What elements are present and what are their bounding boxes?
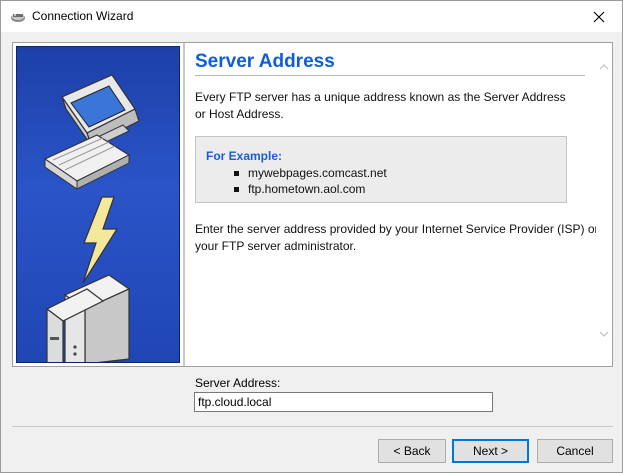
close-button[interactable]: [576, 1, 622, 32]
connection-wizard-icon: [10, 9, 26, 25]
client-computer-icon: [43, 74, 140, 190]
next-button[interactable]: Next >: [452, 439, 529, 463]
example-box: For Example: mywebpages.comcast.net ftp.…: [195, 136, 567, 203]
page-heading: Server Address: [195, 51, 335, 72]
heading-rule: [195, 75, 585, 76]
intro-text: Every FTP server has a unique address kn…: [195, 90, 566, 121]
computer-server-illustration: [43, 74, 140, 362]
example-title: For Example:: [206, 149, 283, 163]
main-panel: Server Address Every FTP server has a un…: [185, 43, 612, 366]
wizard-content: Server Address Every FTP server has a un…: [12, 42, 613, 367]
vertical-scrollbar[interactable]: [596, 43, 612, 366]
scroll-up-icon[interactable]: [598, 61, 610, 73]
server-address-input[interactable]: [194, 392, 493, 412]
window-title: Connection Wizard: [32, 9, 134, 23]
instruction-text: Enter the server address provided by you…: [195, 222, 599, 253]
scroll-down-icon[interactable]: [598, 328, 610, 340]
side-panel: [16, 46, 180, 363]
example-list: mywebpages.comcast.net ftp.hometown.aol.…: [234, 165, 387, 197]
example-item: ftp.hometown.aol.com: [234, 181, 387, 197]
back-button[interactable]: < Back: [378, 439, 446, 463]
side-illustration: [13, 43, 183, 366]
close-icon: [593, 11, 605, 22]
server-address-label: Server Address:: [195, 376, 281, 390]
server-icon: [45, 274, 131, 362]
connection-wizard-window: Connection Wizard Server Address Every F…: [0, 0, 623, 473]
title-bar: Connection Wizard: [1, 1, 622, 32]
footer-separator: [12, 426, 613, 427]
lightning-icon: [82, 196, 119, 284]
cancel-button[interactable]: Cancel: [537, 439, 613, 463]
example-item: mywebpages.comcast.net: [234, 165, 387, 181]
